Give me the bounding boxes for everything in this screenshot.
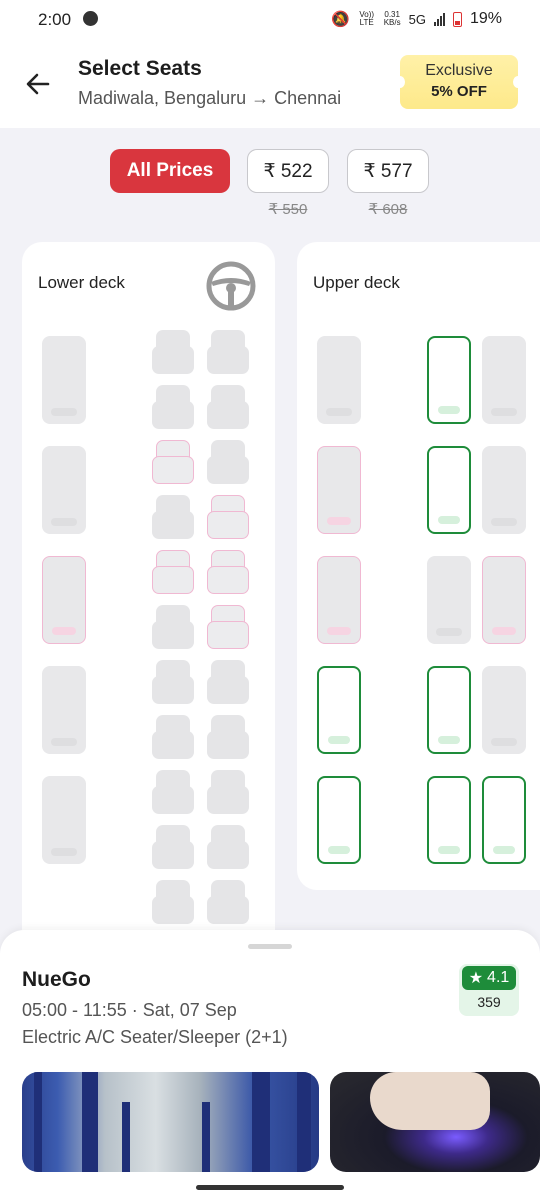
sleeper-seat-ladies-booked <box>482 556 526 644</box>
rating-value: 4.1 <box>487 969 510 986</box>
sleeper-seat-available[interactable] <box>427 666 471 754</box>
volte-indicator: Vo)) LTE <box>359 10 375 27</box>
seater-seat-booked <box>152 330 194 374</box>
sleeper-seat-booked <box>317 336 361 424</box>
sleeper-seat-available[interactable] <box>427 446 471 534</box>
sleeper-seat-available[interactable] <box>317 776 361 864</box>
sleeper-seat-booked <box>42 776 86 864</box>
seater-seat-ladies-booked <box>152 550 194 594</box>
seater-seat-booked <box>207 330 249 374</box>
seater-seat-ladies-booked <box>207 495 249 539</box>
seater-seat-booked <box>152 880 194 924</box>
filter-price-522[interactable]: ₹ 522 <box>247 149 329 193</box>
sleeper-seat-ladies-booked <box>42 556 86 644</box>
rating-badge[interactable]: ★ 4.1 359 <box>459 964 519 1016</box>
seater-seat-booked <box>152 715 194 759</box>
seater-seat-booked <box>207 825 249 869</box>
sleeper-seat-booked <box>42 446 86 534</box>
seater-seat-booked <box>152 770 194 814</box>
original-price-550: ₹ 550 <box>268 201 308 218</box>
status-time: 2:00 <box>38 10 72 29</box>
seater-seat-booked <box>207 660 249 704</box>
sleeper-seat-ladies-booked <box>317 556 361 644</box>
exclusive-offer-badge[interactable]: Exclusive 5% OFF <box>395 55 523 109</box>
lower-deck-title: Lower deck <box>38 273 125 292</box>
seater-seat-booked <box>207 880 249 924</box>
sleeper-seat-booked <box>42 336 86 424</box>
seater-seat-booked <box>152 495 194 539</box>
seater-seat-booked <box>207 715 249 759</box>
sleeper-seat-booked <box>482 666 526 754</box>
sleeper-seat-ladies-booked <box>317 446 361 534</box>
signal-icon <box>433 12 445 26</box>
upper-deck: Upper deck <box>297 242 540 890</box>
sleeper-seat-available[interactable] <box>482 776 526 864</box>
filter-all-prices[interactable]: All Prices <box>110 149 230 193</box>
star-icon: ★ <box>468 970 484 987</box>
sleeper-seat-booked <box>482 336 526 424</box>
sleeper-seat-available[interactable] <box>317 666 361 754</box>
seater-seat-ladies-booked <box>207 550 249 594</box>
route-subtitle: Madiwala, Bengaluru → Chennai <box>78 88 342 108</box>
sleeper-seat-available[interactable] <box>427 336 471 424</box>
offer-discount: 5% OFF <box>431 83 487 100</box>
seater-seat-ladies-booked <box>152 440 194 484</box>
network-speed: 0.31 KB/s <box>384 11 401 27</box>
steering-wheel-icon <box>206 261 256 311</box>
sleeper-seat-booked <box>482 446 526 534</box>
seater-seat-ladies-booked <box>207 605 249 649</box>
mute-icon: 🔕 <box>331 11 350 28</box>
seater-seat-booked <box>152 605 194 649</box>
speed-unit: KB/s <box>383 18 401 27</box>
network-type: 5G <box>408 11 426 27</box>
lower-deck: Lower deck <box>22 242 275 962</box>
seater-seat-booked <box>207 440 249 484</box>
operator-name: NueGo <box>22 968 91 991</box>
seater-seat-booked <box>152 825 194 869</box>
status-bar: 2:00 🔕 Vo)) LTE 0.31 KB/s 5G 19% <box>0 0 540 40</box>
back-arrow-icon[interactable] <box>22 68 54 100</box>
charging-port-photo[interactable] <box>330 1072 540 1172</box>
sleeper-seat-available[interactable] <box>427 776 471 864</box>
seater-seat-booked <box>152 660 194 704</box>
rating-count: 359 <box>477 994 501 1010</box>
page-title: Select Seats <box>78 57 202 80</box>
sleeper-seat-booked <box>427 556 471 644</box>
whatsapp-icon <box>83 11 98 26</box>
battery-icon <box>452 11 462 27</box>
upper-deck-title: Upper deck <box>313 273 400 292</box>
battery-level: 19% <box>469 10 502 27</box>
seater-seat-booked <box>207 385 249 429</box>
sleeper-seat-booked <box>42 666 86 754</box>
bus-interior-photo[interactable] <box>22 1072 319 1172</box>
filter-price-577[interactable]: ₹ 577 <box>347 149 429 193</box>
seater-seat-booked <box>152 385 194 429</box>
drag-handle[interactable] <box>248 944 292 949</box>
offer-label: Exclusive <box>425 62 493 79</box>
seater-seat-booked <box>207 770 249 814</box>
header: Select Seats Madiwala, Bengaluru → Chenn… <box>0 40 540 128</box>
gesture-nav-bar[interactable] <box>196 1185 344 1190</box>
bus-details-sheet[interactable]: NueGo 05:00 - 11:55 · Sat, 07 Sep Electr… <box>0 930 540 1204</box>
original-price-608: ₹ 608 <box>368 201 408 218</box>
bus-type: Electric A/C Seater/Sleeper (2+1) <box>22 1027 288 1047</box>
journey-timing: 05:00 - 11:55 · Sat, 07 Sep <box>22 1000 237 1020</box>
